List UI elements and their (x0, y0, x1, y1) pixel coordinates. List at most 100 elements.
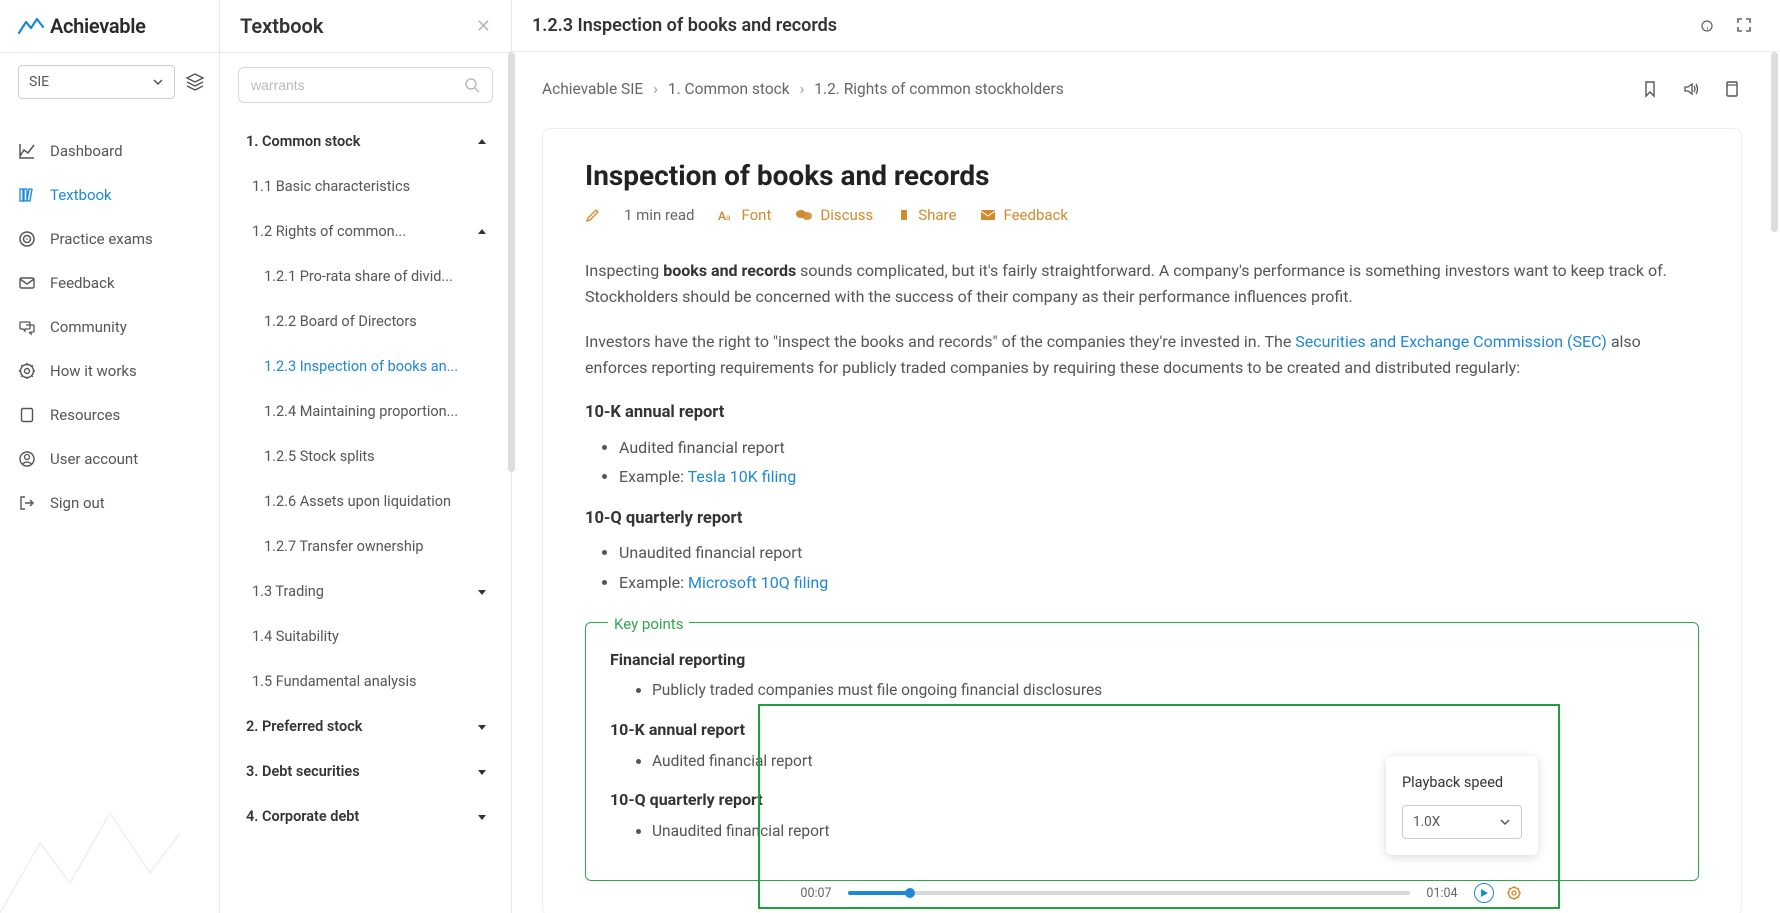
tree-node[interactable]: 1.2.6 Assets upon liquidation (220, 479, 511, 524)
share-link[interactable]: Share (897, 206, 956, 224)
nav-label: How it works (50, 362, 137, 380)
list-item: Audited financial report (619, 435, 1699, 461)
audio-progress[interactable] (848, 891, 1410, 895)
caret-up-icon[interactable] (477, 227, 487, 237)
tree-node-label: 2. Preferred stock (246, 718, 477, 735)
list-item: Publicly traded companies must file ongo… (652, 678, 1674, 703)
list-item: Example: Tesla 10K filing (619, 464, 1699, 490)
font-link[interactable]: Aa Font (718, 206, 771, 224)
tree-node[interactable]: 1.2.2 Board of Directors (220, 299, 511, 344)
speed-value: 1.0X (1413, 814, 1499, 830)
nav-resources[interactable]: Resources (0, 393, 219, 437)
caret-down-icon[interactable] (477, 767, 487, 777)
search-icon (464, 77, 480, 93)
page-header-title: 1.2.3 Inspection of books and records (532, 15, 1698, 36)
playback-speed-popup: Playback speed 1.0X (1386, 756, 1538, 855)
mountain-decoration (0, 793, 180, 913)
nav-dashboard[interactable]: Dashboard (0, 129, 219, 173)
nav-community[interactable]: Community (0, 305, 219, 349)
tree-node-label: 1.2.6 Assets upon liquidation (264, 493, 487, 510)
fullscreen-icon[interactable] (1736, 17, 1752, 35)
tree-node-label: 4. Corporate debt (246, 808, 477, 825)
nav-sidebar: Achievable SIE Dashboard Textbook (0, 0, 220, 913)
tree-node-label: 1.4 Suitability (252, 628, 487, 645)
chevron-down-icon (152, 76, 164, 88)
chevron-down-icon (1499, 816, 1511, 828)
tree-node[interactable]: 1.1 Basic characteristics (220, 164, 511, 209)
tree-node-label: 1.3 Trading (252, 583, 477, 600)
tree-node[interactable]: 1.2.5 Stock splits (220, 434, 511, 479)
microsoft-link[interactable]: Microsoft 10Q filing (688, 573, 828, 592)
caret-down-icon[interactable] (477, 722, 487, 732)
search-input-wrap[interactable] (238, 67, 493, 103)
scrollbar-handle[interactable] (1771, 52, 1778, 232)
search-input[interactable] (251, 77, 464, 93)
read-time: 1 min read (624, 206, 694, 224)
section-heading: 10-K annual report (585, 400, 1699, 426)
tree-node-label: 1.2.4 Maintaining proportion... (264, 403, 487, 420)
nav-label: Sign out (50, 494, 105, 512)
course-select[interactable]: SIE (18, 65, 175, 99)
nav-sign-out[interactable]: Sign out (0, 481, 219, 525)
tree-node-label: 3. Debt securities (246, 763, 477, 780)
theme-icon[interactable] (1698, 17, 1716, 35)
breadcrumb-item[interactable]: 1.2. Rights of common stockholders (814, 80, 1063, 98)
nav-user-account[interactable]: User account (0, 437, 219, 481)
tree-node[interactable]: 1.2.3 Inspection of books an... (220, 344, 511, 389)
tree-panel-title: Textbook (240, 14, 476, 38)
breadcrumb-item[interactable]: 1. Common stock (668, 80, 790, 98)
nav-textbook[interactable]: Textbook (0, 173, 219, 217)
tree-node[interactable]: 2. Preferred stock (220, 704, 511, 749)
feedback-link[interactable]: Feedback (980, 206, 1068, 224)
keypoints-legend: Key points (608, 612, 689, 636)
target-icon (18, 230, 40, 248)
close-icon[interactable]: ✕ (476, 16, 491, 37)
paragraph: Investors have the right to "inspect the… (585, 329, 1699, 380)
course-select-value: SIE (29, 74, 152, 90)
svg-text:A: A (718, 209, 726, 222)
speed-select[interactable]: 1.0X (1402, 805, 1522, 839)
book-icon[interactable] (1724, 80, 1740, 98)
discuss-link[interactable]: Discuss (795, 206, 873, 224)
tree-node[interactable]: 1.5 Fundamental analysis (220, 659, 511, 704)
tree-node[interactable]: 1.3 Trading (220, 569, 511, 614)
layers-icon[interactable] (185, 72, 205, 92)
brand-icon (18, 16, 44, 36)
sec-link[interactable]: Securities and Exchange Commission (SEC) (1295, 332, 1607, 351)
tesla-link[interactable]: Tesla 10K filing (688, 467, 797, 486)
tree-node[interactable]: 4. Corporate debt (220, 794, 511, 839)
nav-practice-exams[interactable]: Practice exams (0, 217, 219, 261)
tree-scroll[interactable]: 1. Common stock1.1 Basic characteristics… (220, 111, 511, 913)
tree-node-label: 1.2.1 Pro-rata share of divid... (264, 268, 487, 285)
nav-label: User account (50, 450, 138, 468)
tree-node-label: 1.2.7 Transfer ownership (264, 538, 487, 555)
tree-node[interactable]: 1.2.1 Pro-rata share of divid... (220, 254, 511, 299)
nav-label: Community (50, 318, 127, 336)
play-button[interactable] (1474, 883, 1494, 903)
nav-feedback[interactable]: Feedback (0, 261, 219, 305)
progress-knob[interactable] (905, 888, 915, 898)
edit-icon[interactable] (585, 208, 600, 223)
bookmark-icon[interactable] (1642, 80, 1658, 98)
audio-player-bar: 00:07 01:04 (796, 883, 1522, 903)
breadcrumb: Achievable SIE › 1. Common stock › 1.2. … (512, 52, 1780, 104)
tree-node[interactable]: 1.2.4 Maintaining proportion... (220, 389, 511, 434)
tree-node[interactable]: 1. Common stock (220, 119, 511, 164)
books-icon (18, 186, 40, 204)
time-current: 00:07 (796, 886, 836, 901)
tree-node[interactable]: 3. Debt securities (220, 749, 511, 794)
list-item: Example: Microsoft 10Q filing (619, 570, 1699, 596)
chevron-right-icon: › (800, 80, 805, 98)
volume-icon[interactable] (1682, 80, 1700, 98)
gear-icon (18, 362, 40, 380)
caret-down-icon[interactable] (477, 812, 487, 822)
caret-up-icon[interactable] (477, 137, 487, 147)
nav-how-it-works[interactable]: How it works (0, 349, 219, 393)
breadcrumb-item[interactable]: Achievable SIE (542, 80, 643, 98)
tree-node[interactable]: 1.4 Suitability (220, 614, 511, 659)
tree-node[interactable]: 1.2 Rights of common... (220, 209, 511, 254)
tree-node[interactable]: 1.2.7 Transfer ownership (220, 524, 511, 569)
settings-icon[interactable] (1506, 885, 1522, 901)
caret-down-icon[interactable] (477, 587, 487, 597)
nav-label: Dashboard (50, 142, 123, 160)
